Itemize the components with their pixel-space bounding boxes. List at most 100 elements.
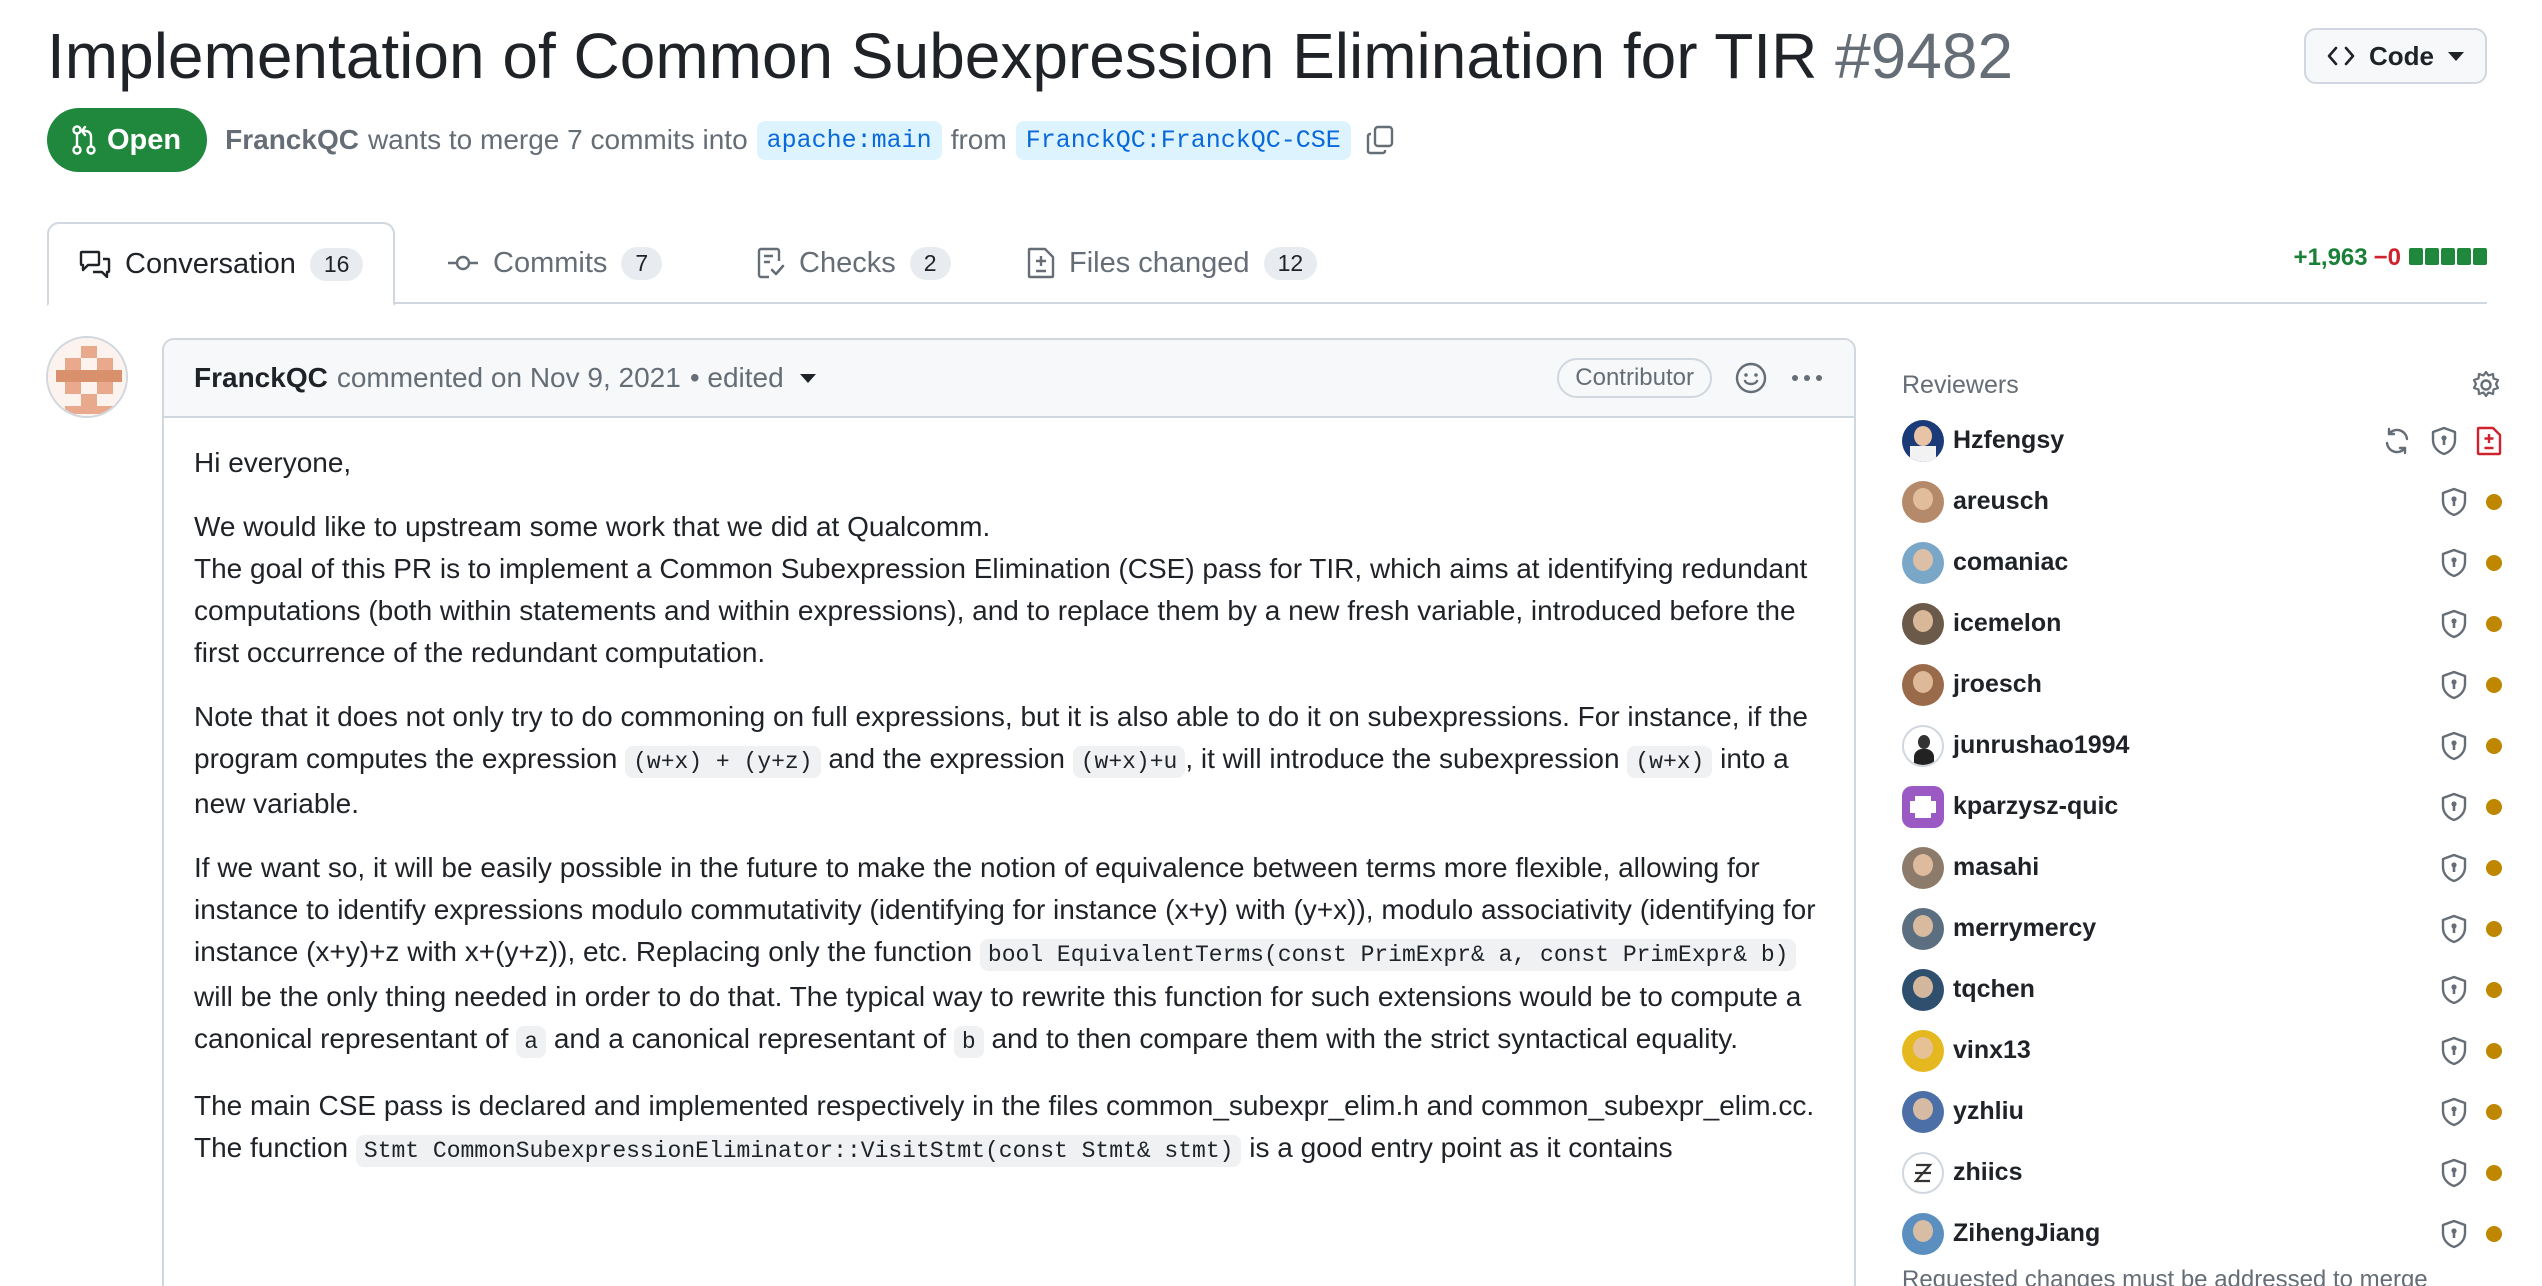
reviewer-name[interactable]: junrushao1994	[1953, 731, 2129, 760]
sync-icon[interactable]	[2382, 426, 2412, 456]
comment-header: FranckQC commented on Nov 9, 2021 • edit…	[164, 340, 1854, 418]
smiley-icon[interactable]	[1734, 361, 1768, 395]
reviewer-item[interactable]: zhiics	[1902, 1142, 2502, 1203]
chevron-down-icon	[2448, 51, 2464, 61]
inline-code: b	[953, 1026, 984, 1058]
code-icon	[2327, 46, 2355, 66]
avatar	[1902, 480, 1944, 523]
reviewer-item[interactable]: vinx13	[1902, 1020, 2502, 1081]
contributor-badge: Contributor	[1557, 358, 1712, 398]
reviewer-name[interactable]: comaniac	[1953, 548, 2068, 577]
merge-requirement-note: Requested changes must be addressed to m…	[1902, 1266, 2428, 1286]
tab-checks[interactable]: Checks 2	[727, 222, 981, 304]
reviewer-item[interactable]: tqchen	[1902, 959, 2502, 1020]
diffstat-bar	[2407, 244, 2487, 272]
head-branch[interactable]: FranckQC:FranckQC-CSE	[1015, 120, 1351, 160]
text: The goal of this PR is to implement a Co…	[194, 553, 1808, 668]
git-commit-icon	[448, 255, 478, 271]
base-branch[interactable]: apache:main	[756, 120, 942, 160]
tab-conversation[interactable]: Conversation 16	[47, 222, 396, 306]
paragraph: If we want so, it will be easily possibl…	[194, 847, 1824, 1063]
text: The function	[194, 1132, 349, 1163]
identicon-image	[48, 338, 126, 416]
reviewer-name[interactable]: jroesch	[1953, 670, 2042, 699]
shield-lock-icon	[2441, 548, 2467, 577]
avatar	[1902, 846, 1944, 889]
shield-lock-icon	[2431, 426, 2457, 455]
inline-code: bool EquivalentTerms(const PrimExpr& a, …	[979, 939, 1797, 971]
checklist-icon	[757, 247, 785, 279]
reviewer-name[interactable]: merrymercy	[1953, 914, 2096, 943]
avatar	[1902, 1029, 1944, 1072]
reviewer-name[interactable]: tqchen	[1953, 975, 2035, 1004]
author-avatar[interactable]	[46, 336, 128, 418]
review-state	[2440, 670, 2502, 700]
pending-dot-icon	[2486, 920, 2502, 937]
reviewers-title: Reviewers	[1902, 370, 2019, 399]
reviewer-item[interactable]: yzhliu	[1902, 1081, 2502, 1142]
reviewer-name[interactable]: yzhliu	[1953, 1097, 2024, 1126]
pr-author-link[interactable]: FranckQC	[225, 124, 359, 156]
pending-dot-icon	[2486, 615, 2502, 632]
pending-dot-icon	[2486, 1225, 2502, 1242]
kebab-horizontal-icon[interactable]	[1790, 373, 1824, 383]
diffstat-additions: +1,963	[2293, 244, 2368, 271]
comment-author-link[interactable]: FranckQC	[194, 362, 328, 394]
tab-commits[interactable]: Commits 7	[417, 222, 692, 304]
tab-label: Commits	[493, 246, 608, 279]
reviewer-name[interactable]: Hzfengsy	[1953, 426, 2064, 455]
copy-icon[interactable]	[1366, 125, 1394, 155]
pr-tabs: Conversation 16 Commits 7 Checks 2 Files…	[47, 222, 2487, 306]
gear-icon[interactable]	[2470, 369, 2502, 401]
avatar	[1902, 602, 1944, 645]
code-button[interactable]: Code	[2304, 28, 2487, 84]
reviewer-item[interactable]: ZihengJiang	[1902, 1203, 2502, 1264]
reviewer-name[interactable]: kparzysz-quic	[1953, 792, 2118, 821]
avatar	[1902, 541, 1944, 584]
pr-description-comment: FranckQC commented on Nov 9, 2021 • edit…	[162, 338, 1856, 1286]
shield-lock-icon	[2441, 853, 2467, 882]
reviewer-item[interactable]: Hzfengsy	[1902, 410, 2502, 471]
paragraph: We would like to upstream some work that…	[194, 506, 1824, 674]
pending-dot-icon	[2486, 859, 2502, 876]
text: and to then compare them with the strict…	[991, 1023, 1738, 1054]
pr-number: #9482	[1835, 20, 2014, 92]
review-state	[2440, 1219, 2502, 1249]
shield-lock-icon	[2441, 1036, 2467, 1065]
reviewer-item[interactable]: junrushao1994	[1902, 715, 2502, 776]
diffstat[interactable]: +1,963 −0	[2294, 244, 2487, 272]
reviewer-item[interactable]: masahi	[1902, 837, 2502, 898]
comment-timestamp[interactable]: commented on Nov 9, 2021	[337, 362, 681, 394]
reviewer-item[interactable]: kparzysz-quic	[1902, 776, 2502, 837]
reviewer-name[interactable]: vinx13	[1953, 1036, 2031, 1065]
reviewer-name[interactable]: masahi	[1953, 853, 2039, 882]
reviewer-item[interactable]: jroesch	[1902, 654, 2502, 715]
tab-counter: 2	[909, 246, 951, 280]
chevron-down-icon[interactable]	[799, 373, 816, 383]
reviewer-item[interactable]: icemelon	[1902, 593, 2502, 654]
reviewer-item[interactable]: areusch	[1902, 471, 2502, 532]
reviewer-name[interactable]: zhiics	[1953, 1158, 2022, 1187]
reviewer-item[interactable]: comaniac	[1902, 532, 2502, 593]
reviewer-item[interactable]: merrymercy	[1902, 898, 2502, 959]
reviewer-name[interactable]: ZihengJiang	[1953, 1219, 2100, 1248]
code-button-label: Code	[2369, 40, 2434, 71]
review-state	[2440, 548, 2502, 578]
reviewer-name[interactable]: areusch	[1953, 487, 2049, 516]
tab-counter: 16	[309, 247, 364, 281]
tab-label: Checks	[799, 246, 896, 279]
review-state	[2440, 1158, 2502, 1188]
paragraph: Hi everyone,	[194, 447, 352, 478]
tab-counter: 7	[621, 246, 663, 280]
avatar	[1902, 785, 1944, 828]
avatar	[1902, 1090, 1944, 1133]
shield-lock-icon	[2441, 792, 2467, 821]
avatar	[1902, 1151, 1944, 1194]
shield-lock-icon	[2441, 609, 2467, 638]
edited-label[interactable]: • edited	[690, 362, 784, 394]
review-state	[2382, 426, 2502, 456]
file-diff-icon	[2476, 426, 2502, 455]
tab-files-changed[interactable]: Files changed 12	[997, 222, 1347, 304]
reviewer-name[interactable]: icemelon	[1953, 609, 2061, 638]
sidebar-reviewers: Reviewers Hzfengsy areusch comaniac icemel…	[1902, 360, 2502, 1286]
